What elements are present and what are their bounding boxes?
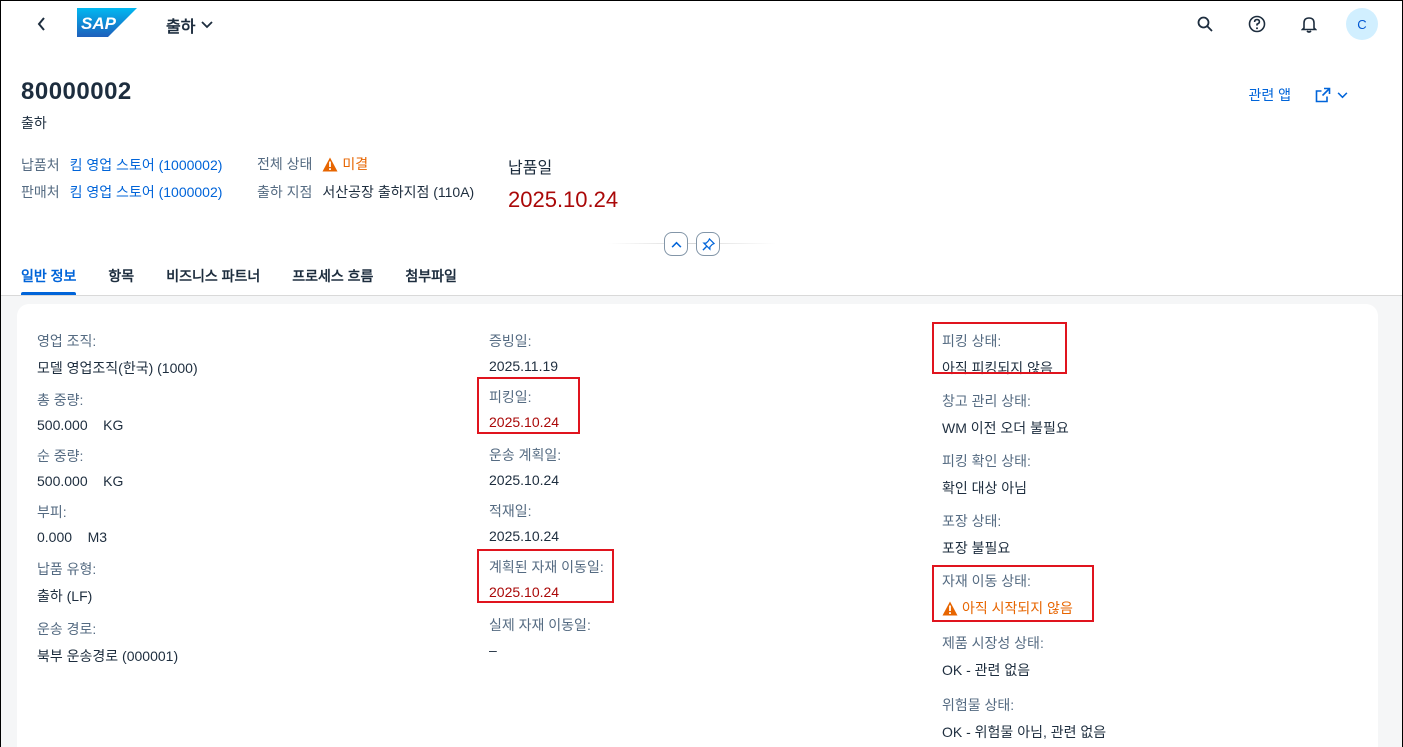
field-value: 북부 운송경로 (000001): [37, 648, 179, 664]
tab-business-partners[interactable]: 비즈니스 파트너: [166, 263, 260, 295]
sold-to-attribute: 판매처 킴 영업 스토어 (1000002): [21, 182, 222, 202]
transport-planning-date-field: 운송 계획일: 2025.10.24: [489, 445, 561, 488]
general-info-card: [17, 304, 1378, 747]
field-value: –: [489, 642, 497, 658]
volume-field: 부피: 0.000 M3: [37, 502, 107, 545]
actual-goods-movement-date-field: 실제 자재 이동일: –: [489, 615, 591, 658]
field-label: 증빙일:: [489, 333, 532, 349]
field-value: 포장 불필요: [942, 540, 1011, 556]
warning-icon: [322, 157, 338, 171]
warehouse-mgmt-status-field: 창고 관리 상태: WM 이전 오더 불필요: [942, 391, 1069, 438]
gross-weight-field: 총 중량: 500.000 KG: [37, 390, 123, 433]
chevron-left-icon: [37, 17, 45, 31]
field-value: 출하 (LF): [37, 588, 93, 604]
delivery-date-label: 납품일: [508, 160, 553, 177]
field-value: 2025.10.24: [489, 472, 560, 488]
packing-status-field: 포장 상태: 포장 불필요: [942, 511, 1010, 558]
field-value: WM 이전 오더 불필요: [942, 420, 1069, 436]
field-value: OK - 위험물 아님, 관련 없음: [942, 724, 1107, 740]
chevron-down-icon: [1337, 91, 1348, 98]
overall-status-text: 미결: [342, 156, 369, 172]
tab-attachments[interactable]: 첨부파일: [405, 263, 457, 295]
object-title: 80000002: [21, 78, 132, 105]
field-value: 모델 영업조직(한국) (1000): [37, 360, 198, 376]
loading-date-field: 적재일: 2025.10.24: [489, 501, 559, 544]
field-label: 운송 계획일:: [489, 447, 562, 463]
sold-to-link[interactable]: 킴 영업 스토어 (1000002): [70, 182, 223, 202]
field-value: 500.000 KG: [37, 473, 124, 489]
collapse-header-button[interactable]: [664, 232, 688, 256]
sales-org-field: 영업 조직: 모델 영업조직(한국) (1000): [37, 331, 198, 378]
highlight-box: [932, 565, 1094, 622]
document-date-field: 증빙일: 2025.11.19: [489, 331, 558, 374]
help-icon: [1248, 15, 1266, 33]
overall-status-attribute: 전체 상태 미결: [257, 154, 368, 174]
header-divider: [608, 243, 776, 244]
overall-status-value: 미결: [322, 154, 368, 174]
chevron-up-icon: [671, 241, 681, 248]
tab-process-flow[interactable]: 프로세스 흐름: [292, 263, 373, 295]
share-icon: [1315, 87, 1331, 103]
field-label: 창고 관리 상태:: [942, 393, 1031, 409]
field-value: OK - 관련 없음: [942, 662, 1031, 678]
overall-status-label: 전체 상태: [257, 156, 313, 172]
app-title-menu[interactable]: 출하: [166, 13, 214, 37]
user-avatar[interactable]: C: [1346, 8, 1378, 40]
shipping-point-label: 출하 지점: [257, 184, 313, 200]
field-label: 부피:: [37, 504, 67, 520]
field-label: 순 중량:: [37, 448, 84, 464]
field-label: 제품 시장성 상태:: [942, 635, 1044, 651]
pin-icon: [701, 237, 715, 251]
highlight-box: [932, 322, 1067, 374]
share-menu-button[interactable]: [1315, 87, 1348, 103]
search-button[interactable]: [1190, 9, 1220, 39]
field-value: 2025.11.19: [489, 358, 559, 374]
delivery-type-field: 납품 유형: 출하 (LF): [37, 559, 96, 606]
object-subtitle: 출하: [21, 115, 47, 131]
field-label: 총 중량:: [37, 392, 84, 408]
field-label: 실제 자재 이동일:: [489, 617, 591, 633]
help-button[interactable]: [1242, 9, 1272, 39]
section-tabs: 일반 정보 항목 비즈니스 파트너 프로세스 흐름 첨부파일: [21, 263, 457, 295]
search-icon: [1197, 16, 1213, 32]
back-button[interactable]: [31, 13, 53, 35]
route-field: 운송 경로: 북부 운송경로 (000001): [37, 619, 178, 666]
sap-logo[interactable]: SAP: [77, 8, 137, 37]
tab-items[interactable]: 항목: [108, 263, 134, 295]
dangerous-goods-status-field: 위험물 상태: OK - 위험물 아님, 관련 없음: [942, 695, 1106, 742]
field-label: 피킹 확인 상태:: [942, 453, 1031, 469]
highlight-box: [477, 377, 580, 434]
field-label: 운송 경로:: [37, 621, 97, 637]
field-label: 납품 유형:: [37, 561, 97, 577]
chevron-down-icon: [201, 21, 214, 29]
field-value: 0.000 M3: [37, 529, 108, 545]
field-label: 적재일:: [489, 503, 532, 519]
highlight-box: [477, 549, 614, 603]
field-label: 영업 조직:: [37, 333, 97, 349]
field-label: 위험물 상태:: [942, 697, 1015, 713]
ship-to-label: 납품처: [21, 157, 60, 173]
field-value: 500.000 KG: [37, 417, 124, 433]
field-label: 포장 상태:: [942, 513, 1002, 529]
tab-general-info[interactable]: 일반 정보: [21, 263, 77, 295]
product-marketability-status-field: 제품 시장성 상태: OK - 관련 없음: [942, 633, 1044, 680]
bell-icon: [1301, 17, 1317, 33]
related-apps-button[interactable]: 관련 앱: [1248, 85, 1291, 105]
sold-to-label: 판매처: [21, 184, 60, 200]
shipping-point-value: 서산공장 출하지점 (110A): [322, 184, 475, 200]
svg-text:SAP: SAP: [81, 14, 117, 33]
field-value: 2025.10.24: [489, 528, 560, 544]
net-weight-field: 순 중량: 500.000 KG: [37, 446, 123, 489]
shipping-point-attribute: 출하 지점 서산공장 출하지점 (110A): [257, 182, 474, 202]
picking-confirmation-status-field: 피킹 확인 상태: 확인 대상 아님: [942, 451, 1031, 498]
ship-to-attribute: 납품처 킴 영업 스토어 (1000002): [21, 155, 222, 175]
pin-header-button[interactable]: [696, 232, 720, 256]
notifications-button[interactable]: [1294, 9, 1324, 39]
ship-to-link[interactable]: 킴 영업 스토어 (1000002): [70, 155, 223, 175]
shell-bar: SAP 출하 C: [1, 1, 1402, 45]
app-title: 출하: [166, 19, 196, 36]
delivery-date-value: 2025.10.24: [508, 187, 619, 212]
field-value: 확인 대상 아님: [942, 480, 1028, 496]
